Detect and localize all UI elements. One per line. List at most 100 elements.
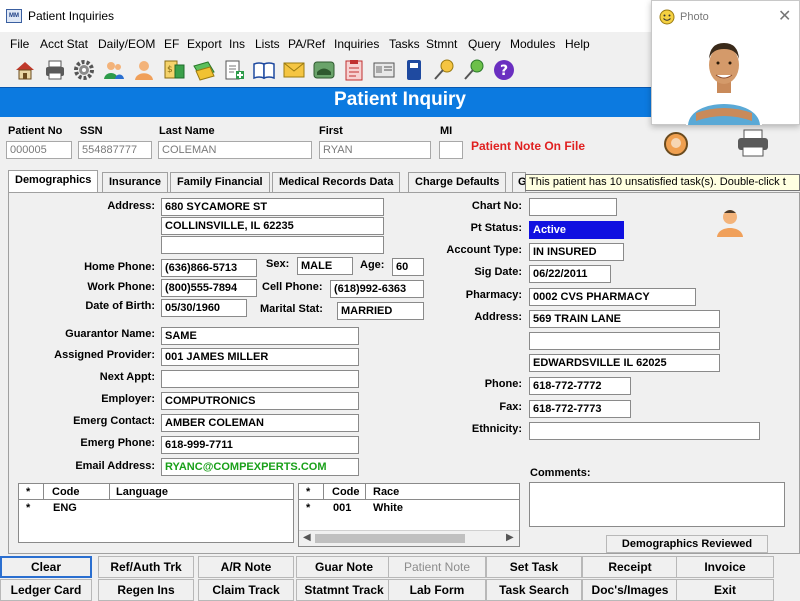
statmnt-track-button[interactable]: Statmnt Track bbox=[296, 579, 392, 601]
pharmacy-address-line1[interactable]: 569 TRAIN LANE bbox=[529, 310, 720, 328]
pharmacy-address-line3[interactable]: EDWARDSVILLE IL 62025 bbox=[529, 354, 720, 372]
menu-lists[interactable]: Lists bbox=[255, 37, 280, 51]
menu-daily-eom[interactable]: Daily/EOM bbox=[98, 37, 155, 51]
menu-tasks[interactable]: Tasks bbox=[389, 37, 420, 51]
menu-acct-stat[interactable]: Acct Stat bbox=[40, 37, 88, 51]
guar-note-button[interactable]: Guar Note bbox=[296, 556, 392, 578]
ref-auth-trk-button[interactable]: Ref/Auth Trk bbox=[98, 556, 194, 578]
race-grid-scrollbar[interactable]: ◀ ▶ bbox=[299, 530, 519, 546]
tab-more[interactable]: G bbox=[512, 172, 527, 192]
emerg-phone-field[interactable]: 618-999-7711 bbox=[161, 436, 359, 454]
help-icon[interactable]: ? bbox=[492, 58, 516, 82]
next-appt-field[interactable] bbox=[161, 370, 359, 388]
account-type-field[interactable]: IN INSURED bbox=[529, 243, 624, 261]
sig-date-field[interactable]: 06/22/2011 bbox=[529, 265, 611, 283]
pharmacy-field[interactable]: 0002 CVS PHARMACY bbox=[529, 288, 696, 306]
work-phone-field[interactable]: (800)555-7894 bbox=[161, 279, 257, 297]
language-grid[interactable]: * Code Language * ENG bbox=[18, 483, 294, 543]
envelope-icon[interactable] bbox=[282, 58, 306, 82]
chart-no-field[interactable] bbox=[529, 198, 617, 216]
car-icon[interactable] bbox=[312, 58, 336, 82]
receipt-button[interactable]: Receipt bbox=[582, 556, 678, 578]
dob-field[interactable]: 05/30/1960 bbox=[161, 299, 247, 317]
money-icon[interactable] bbox=[192, 58, 216, 82]
menu-help[interactable]: Help bbox=[565, 37, 590, 51]
menu-modules[interactable]: Modules bbox=[510, 37, 555, 51]
race-grid[interactable]: * Code Race * 001 White ◀ ▶ bbox=[298, 483, 520, 547]
ledger-card-button[interactable]: Ledger Card bbox=[0, 579, 92, 601]
menu-pa-ref[interactable]: PA/Ref bbox=[288, 37, 325, 51]
tab-medical-records-data[interactable]: Medical Records Data bbox=[272, 172, 401, 192]
task-search-button[interactable]: Task Search bbox=[486, 579, 582, 601]
menu-file[interactable]: File bbox=[10, 37, 29, 51]
regen-ins-button[interactable]: Regen Ins bbox=[98, 579, 194, 601]
book-icon[interactable] bbox=[252, 58, 276, 82]
provider-field[interactable]: 001 JAMES MILLER bbox=[161, 348, 359, 366]
language-row-code[interactable]: ENG bbox=[53, 502, 77, 514]
demographics-reviewed-button[interactable]: Demographics Reviewed bbox=[606, 535, 768, 553]
patient-note-button[interactable]: Patient Note bbox=[388, 556, 486, 578]
cell-phone-field[interactable]: (618)992-6363 bbox=[330, 280, 424, 298]
gear-icon[interactable] bbox=[72, 58, 96, 82]
tab-charge-defaults[interactable]: Charge Defaults bbox=[408, 172, 507, 192]
pharmacy-fax-field[interactable]: 618-772-7773 bbox=[529, 400, 631, 418]
tab-demographics[interactable]: Demographics bbox=[8, 170, 99, 193]
id-card-icon[interactable] bbox=[372, 58, 396, 82]
exit-button[interactable]: Exit bbox=[676, 579, 774, 601]
race-row-code[interactable]: 001 bbox=[333, 502, 351, 514]
set-task-button[interactable]: Set Task bbox=[486, 556, 582, 578]
address-line1-field[interactable]: 680 SYCAMORE ST bbox=[161, 198, 384, 216]
invoice-button[interactable]: Invoice bbox=[676, 556, 774, 578]
patient-note-alert[interactable]: Patient Note On File bbox=[471, 139, 585, 153]
scroll-thumb[interactable] bbox=[315, 534, 465, 543]
address-line2-field[interactable]: COLLINSVILLE, IL 62235 bbox=[161, 217, 384, 235]
menu-query[interactable]: Query bbox=[468, 37, 501, 51]
guarantor-field[interactable]: SAME bbox=[161, 327, 359, 345]
document-plus-icon[interactable] bbox=[222, 58, 246, 82]
ar-note-button[interactable]: A/R Note bbox=[198, 556, 294, 578]
close-icon[interactable]: ✕ bbox=[778, 6, 791, 26]
menu-stmnt[interactable]: Stmnt bbox=[426, 37, 457, 51]
emerg-contact-field[interactable]: AMBER COLEMAN bbox=[161, 414, 359, 432]
email-field[interactable]: RYANC@COMPEXPERTS.COM bbox=[161, 458, 359, 476]
menu-ins[interactable]: Ins bbox=[229, 37, 245, 51]
patient-photo-icon[interactable] bbox=[663, 131, 689, 157]
tab-family-financial[interactable]: Family Financial bbox=[170, 172, 270, 192]
clear-button[interactable]: Clear bbox=[0, 556, 92, 578]
marital-field[interactable]: MARRIED bbox=[337, 302, 424, 320]
scroll-left-icon[interactable]: ◀ bbox=[303, 532, 311, 543]
menu-inquiries[interactable]: Inquiries bbox=[334, 37, 379, 51]
pharmacy-address-line2[interactable] bbox=[529, 332, 720, 350]
binder-icon[interactable] bbox=[402, 58, 426, 82]
users-icon[interactable] bbox=[102, 58, 126, 82]
home-icon[interactable] bbox=[13, 58, 37, 82]
menu-ef[interactable]: EF bbox=[164, 37, 179, 51]
employer-field[interactable]: COMPUTRONICS bbox=[161, 392, 359, 410]
first-name-field[interactable]: RYAN bbox=[319, 141, 431, 159]
ssn-field[interactable]: 554887777 bbox=[78, 141, 152, 159]
menu-export[interactable]: Export bbox=[187, 37, 222, 51]
pharmacy-phone-field[interactable]: 618-772-7772 bbox=[529, 377, 631, 395]
tab-insurance[interactable]: Insurance bbox=[102, 172, 168, 192]
calculator-icon[interactable]: $ bbox=[162, 58, 186, 82]
last-name-field[interactable]: COLEMAN bbox=[158, 141, 312, 159]
scroll-right-icon[interactable]: ▶ bbox=[506, 532, 514, 543]
race-row-race[interactable]: White bbox=[373, 502, 403, 514]
photo-window[interactable]: Photo ✕ bbox=[651, 0, 800, 125]
pt-status-field[interactable]: Active bbox=[529, 221, 624, 239]
mi-field[interactable] bbox=[439, 141, 463, 159]
pushpin-alt-icon[interactable] bbox=[462, 58, 486, 82]
clipboard-icon[interactable] bbox=[342, 58, 366, 82]
ethnicity-field[interactable] bbox=[529, 422, 760, 440]
sex-field[interactable]: MALE bbox=[297, 257, 353, 275]
home-phone-field[interactable]: (636)866-5713 bbox=[161, 259, 257, 277]
lab-form-button[interactable]: Lab Form bbox=[388, 579, 486, 601]
task-person-icon[interactable] bbox=[714, 206, 746, 238]
pushpin-icon[interactable] bbox=[432, 58, 456, 82]
print-icon[interactable] bbox=[735, 128, 771, 158]
comments-field[interactable] bbox=[529, 482, 785, 527]
printer-icon[interactable] bbox=[43, 58, 67, 82]
person-icon[interactable] bbox=[132, 58, 156, 82]
patient-no-field[interactable]: 000005 bbox=[6, 141, 72, 159]
docs-images-button[interactable]: Doc's/Images bbox=[582, 579, 678, 601]
